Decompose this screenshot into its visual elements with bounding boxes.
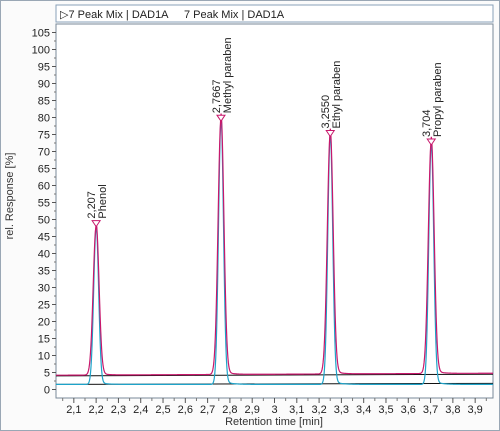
x-tick-label: 3,2 (311, 404, 326, 416)
x-axis: 2,1 2,2 2,3 2,4 2,5 2,6 2,7 2,8 2,9 3 3,1 3,2 3,3 3,4… (62, 398, 487, 416)
x-tick-label: 2,6 (178, 404, 193, 416)
y-tick-label: 70 (38, 147, 50, 159)
y-tick-label: 80 (38, 113, 50, 125)
plot-area (55, 23, 494, 399)
x-tick-label: 2,7 (200, 404, 215, 416)
y-tick-label: 40 (38, 249, 50, 261)
x-tick-label: 3,6 (401, 404, 416, 416)
peak-name-label: Ethyl paraben (331, 61, 343, 129)
y-tick-label: 55 (38, 198, 50, 210)
x-tick-label: 2,4 (133, 404, 148, 416)
y-tick-label: 45 (38, 232, 50, 244)
x-tick-label: 2,1 (66, 404, 81, 416)
y-tick-label: 75 (38, 130, 50, 142)
y-tick-label: 90 (38, 79, 50, 91)
peak-name-label: Phenol (97, 184, 109, 218)
y-tick-label: 50 (38, 215, 50, 227)
x-tick-label: 3 (271, 404, 277, 416)
x-tick-label: 2,2 (88, 404, 103, 416)
y-tick-label: 60 (38, 181, 50, 193)
y-tick-label: 65 (38, 164, 50, 176)
y-tick-label: 0 (44, 385, 50, 397)
y-tick-label: 35 (38, 266, 50, 278)
x-tick-label: 3,3 (334, 404, 349, 416)
peak-name-label: Methyl paraben (222, 37, 234, 113)
y-tick-label: 5 (44, 368, 50, 380)
legend: ▷7 Peak Mix | DAD1A 7 Peak Mix | DAD1A (55, 4, 494, 23)
x-tick-label: 3,4 (356, 404, 371, 416)
y-axis: 0 5 10 15 20 25 30 35 40 45 50 55 60 65 70 75 80 85 90 95 10… (32, 28, 56, 397)
y-axis-label: rel. Response [%] (4, 153, 16, 240)
y-tick-label: 25 (38, 300, 50, 312)
y-tick-label: 30 (38, 283, 50, 295)
x-tick-label: 3,9 (468, 404, 483, 416)
x-tick-label: 2,9 (245, 404, 260, 416)
y-tick-label: 15 (38, 334, 50, 346)
x-tick-label: 3,8 (445, 404, 460, 416)
x-tick-label: 3,1 (289, 404, 304, 416)
y-tick-label: 85 (38, 96, 50, 108)
x-tick-label: 2,5 (155, 404, 170, 416)
x-tick-label: 2,3 (111, 404, 126, 416)
peak-name-label: Propyl paraben (432, 62, 444, 137)
x-tick-label: 3,5 (378, 404, 393, 416)
y-tick-label: 100 (32, 45, 50, 57)
x-axis-label: Retention time [min] (225, 416, 323, 428)
y-tick-label: 105 (32, 28, 50, 40)
x-tick-label: 2,8 (222, 404, 237, 416)
x-tick-label: 3,7 (423, 404, 438, 416)
legend-entry-2: 7 Peak Mix | DAD1A (184, 9, 285, 21)
y-tick-label: 10 (38, 351, 50, 363)
legend-entry-1: ▷7 Peak Mix | DAD1A (60, 9, 169, 21)
y-tick-label: 95 (38, 62, 50, 74)
chromatogram-chart: ▷7 Peak Mix | DAD1A 7 Peak Mix | DAD1A 0… (4, 4, 494, 428)
y-tick-label: 20 (38, 317, 50, 329)
